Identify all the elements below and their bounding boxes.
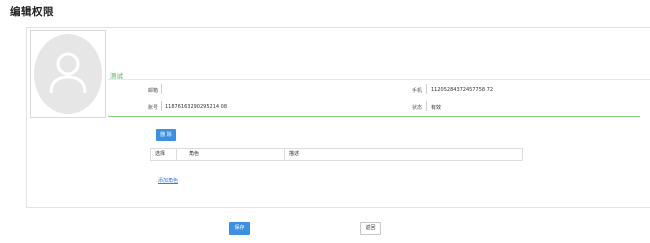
- edit-permission-panel: [26, 27, 650, 208]
- divider: [108, 116, 640, 117]
- account-label: 账号: [148, 105, 159, 111]
- divider: [108, 79, 650, 80]
- table-header-role: 角色: [189, 151, 200, 157]
- phone-value: 11205284372457758 72: [431, 87, 494, 93]
- status-value: 有效: [431, 105, 442, 111]
- phone-label: 手机: [412, 88, 423, 94]
- status-label: 状态: [412, 105, 423, 111]
- divider: [161, 101, 162, 111]
- save-button[interactable]: 保存: [229, 222, 250, 235]
- add-role-link[interactable]: 添加角色: [158, 177, 178, 184]
- avatar: [30, 30, 106, 118]
- account-value: 11876163290295214 08: [165, 104, 228, 110]
- divider: [426, 101, 427, 111]
- back-button[interactable]: 返回: [360, 222, 381, 235]
- table-header-select: 选择: [155, 151, 166, 157]
- page-title: 编辑权限: [10, 6, 54, 18]
- email-label: 邮箱: [148, 88, 159, 94]
- divider: [161, 84, 162, 94]
- delete-button[interactable]: 删 除: [156, 129, 176, 141]
- divider: [426, 84, 427, 94]
- divider: [176, 149, 177, 160]
- role-table: 选择 角色 描述: [150, 148, 523, 161]
- user-placeholder-icon: [34, 34, 102, 114]
- table-header-description: 描述: [289, 151, 300, 157]
- divider: [284, 149, 285, 160]
